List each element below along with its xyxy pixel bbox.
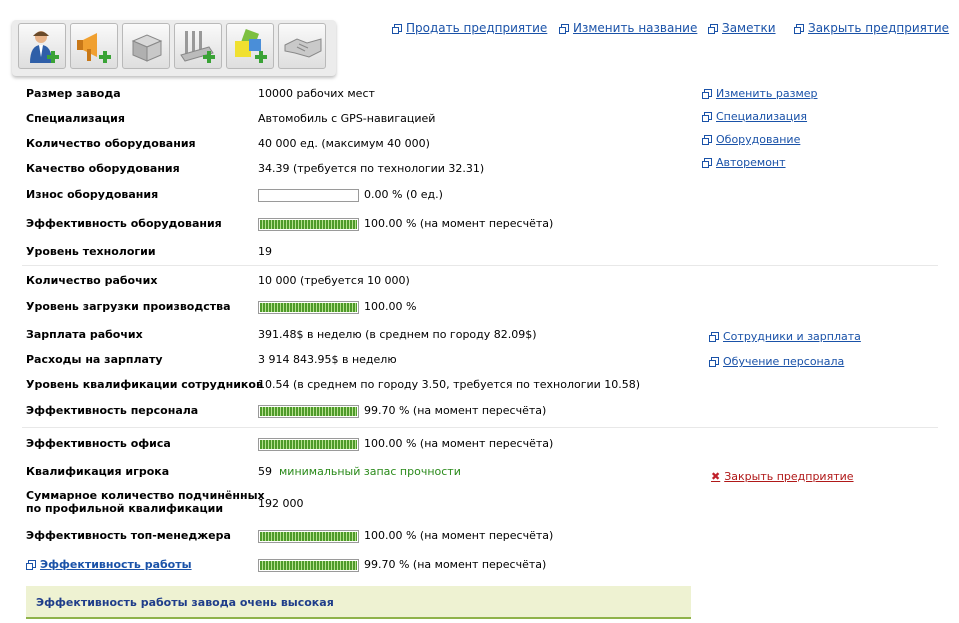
equipment-wear-label: Износ оборудования [26,188,159,201]
work-efficiency-bar [258,558,359,572]
rename-link[interactable]: Изменить название [559,21,698,35]
notes-label: Заметки [722,21,776,35]
add-cubes-button[interactable] [226,23,274,69]
topmanager-efficiency-bar [258,529,359,543]
training-label: Обучение персонала [723,355,845,368]
unit-toolbar [12,20,336,76]
player-qualification-value: 59 [258,465,272,478]
sell-enterprise-label: Продать предприятие [406,21,548,35]
new-window-icon [559,24,569,34]
subordinates-label-line1: Суммарное количество подчинённых [26,489,265,502]
warehouse-button[interactable] [122,23,170,69]
office-efficiency-value: 100.00 % (на момент пересчёта) [364,437,554,450]
equipment-efficiency-label: Эффективность оборудования [26,217,222,230]
salary-value: 391.48$ в неделю (в среднем по городу 82… [258,328,537,341]
box-icon [131,34,163,62]
cubes-plus-icon [235,29,267,63]
equipment-wear-value: 0.00 % (0 ед.) [364,188,443,201]
load-bar [258,300,359,314]
close-enterprise-link[interactable]: ✖ Закрыть предприятие [711,470,854,483]
equipment-quality-label: Качество оборудования [26,162,180,175]
new-window-icon [702,135,712,145]
new-window-icon [709,332,719,342]
plant-size-value: 10000 рабочих мест [258,87,375,100]
subordinates-value: 192 000 [258,497,304,510]
office-efficiency-label: Эффективность офиса [26,437,171,450]
add-equipment-button[interactable] [174,23,222,69]
megaphone-plus-icon [77,33,111,63]
salary-cost-value: 3 914 843.95$ в неделю [258,353,397,366]
specialization-link[interactable]: Специализация [702,110,808,123]
new-window-icon [702,89,712,99]
person-plus-icon [30,31,59,63]
section-divider [22,427,938,428]
training-link[interactable]: Обучение персонала [709,355,845,368]
close-enterprise-top-link[interactable]: Закрыть предприятие [794,21,950,35]
topmanager-efficiency-label: Эффективность топ-менеджера [26,529,231,542]
equipment-wear-bar [258,188,359,202]
new-window-icon [702,158,712,168]
player-qualification-label: Квалификация игрока [26,465,170,478]
qualification-label: Уровень квалификации сотрудников [26,378,263,391]
equipment-count-value: 40 000 ед. (максимум 40 000) [258,137,430,150]
staff-salary-link[interactable]: Сотрудники и зарплата [709,330,861,343]
efficiency-summary-text: Эффективность работы завода очень высока… [36,596,334,609]
subordinates-label-line2: по профильной квалификации [26,502,224,515]
section-divider [22,265,938,266]
new-window-icon [708,24,718,34]
resize-link[interactable]: Изменить размер [702,87,818,100]
machine-plus-icon [180,31,215,63]
new-window-icon [702,112,712,122]
new-window-icon [794,24,804,34]
salary-label: Зарплата рабочих [26,328,143,341]
resize-label: Изменить размер [716,87,818,100]
salary-cost-label: Расходы на зарплату [26,353,163,366]
qualification-value: 10.54 (в среднем по городу 3.50, требует… [258,378,641,391]
load-value: 100.00 % [364,300,417,313]
workers-label: Количество рабочих [26,274,158,287]
plant-size-label: Размер завода [26,87,121,100]
close-enterprise-label: Закрыть предприятие [808,21,950,35]
new-window-icon [392,24,402,34]
work-efficiency-label: Эффективность работы [40,558,192,571]
repair-link[interactable]: Авторемонт [702,156,786,169]
hire-employee-button[interactable] [18,23,66,69]
staff-efficiency-value: 99.70 % (на момент пересчёта) [364,404,547,417]
player-qualification-note: минимальный запас прочности [279,465,461,478]
rename-label: Изменить название [573,21,698,35]
staff-efficiency-label: Эффективность персонала [26,404,199,417]
tech-level-value: 19 [258,245,272,258]
handshake-icon [284,38,322,58]
load-label: Уровень загрузки производства [26,300,231,313]
staff-efficiency-bar [258,404,359,418]
topmanager-efficiency-value: 100.00 % (на момент пересчёта) [364,529,554,542]
tech-level-label: Уровень технологии [26,245,156,258]
equipment-link-label: Оборудование [716,133,801,146]
efficiency-summary-box: Эффективность работы завода очень высока… [26,586,691,619]
notes-link[interactable]: Заметки [708,21,776,35]
specialization-link-label: Специализация [716,110,808,123]
advertising-button[interactable] [70,23,118,69]
staff-salary-label: Сотрудники и зарплата [723,330,861,343]
equipment-quality-value: 34.39 (требуется по технологии 32.31) [258,162,485,175]
equipment-efficiency-bar [258,217,359,231]
specialization-label: Специализация [26,112,125,125]
handshake-button[interactable] [278,23,326,69]
close-enterprise-side-label: Закрыть предприятие [724,470,854,483]
equipment-count-label: Количество оборудования [26,137,196,150]
work-efficiency-value: 99.70 % (на момент пересчёта) [364,558,547,571]
office-efficiency-bar [258,437,359,451]
work-efficiency-link[interactable]: Эффективность работы [26,558,192,571]
sell-enterprise-link[interactable]: Продать предприятие [392,21,548,35]
close-icon: ✖ [711,470,721,483]
new-window-icon [26,560,36,570]
equipment-efficiency-value: 100.00 % (на момент пересчёта) [364,217,554,230]
specialization-value: Автомобиль с GPS-навигацией [258,112,436,125]
equipment-link[interactable]: Оборудование [702,133,801,146]
workers-value: 10 000 (требуется 10 000) [258,274,410,287]
repair-link-label: Авторемонт [716,156,786,169]
new-window-icon [709,357,719,367]
